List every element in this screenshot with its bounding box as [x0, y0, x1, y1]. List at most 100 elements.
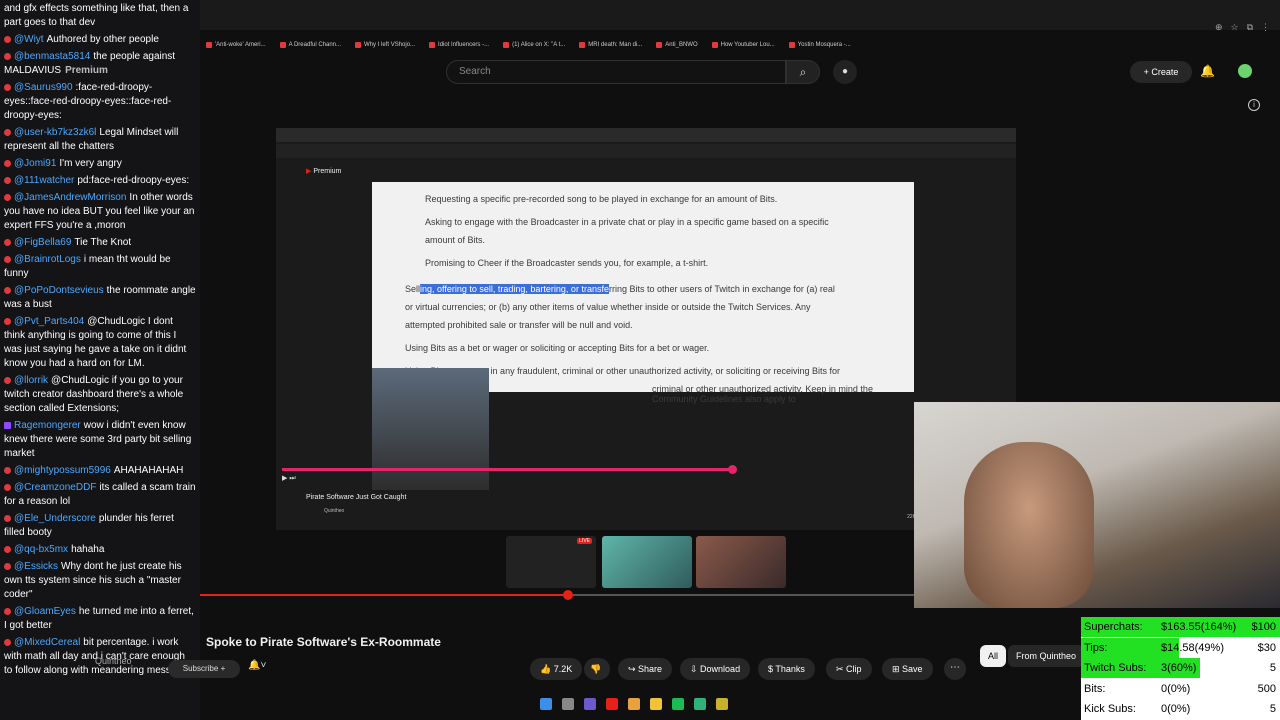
search-icon[interactable] — [562, 698, 574, 710]
youtube-icon — [4, 83, 11, 91]
bookmark-item[interactable]: A Dreadful Chann... — [279, 42, 342, 48]
notifications-bell-icon[interactable]: 🔔 — [1200, 64, 1215, 78]
notification-bell-icon[interactable]: 🔔˅ — [248, 660, 266, 671]
thumbs-up-icon: 👍 — [540, 664, 554, 674]
subscribe-button[interactable]: Subscribe + — [168, 660, 240, 678]
embedded-progress-handle[interactable] — [728, 465, 737, 474]
thumbnail[interactable] — [602, 536, 692, 588]
star-icon[interactable]: ☆ — [1230, 22, 1238, 33]
windows-start-icon[interactable] — [540, 698, 552, 710]
main-progress-bar[interactable] — [200, 594, 570, 596]
play-icon[interactable]: ▶ — [282, 475, 287, 482]
youtube-icon — [4, 562, 11, 570]
app-icon[interactable] — [716, 698, 728, 710]
info-icon[interactable]: i — [1248, 99, 1260, 111]
search-button[interactable]: ⌕ — [786, 60, 820, 84]
app-icon[interactable] — [694, 698, 706, 710]
chat-text: pd:face-red-droopy-eyes: — [77, 175, 190, 186]
channel-name[interactable]: Quintheo — [95, 656, 132, 666]
goal-row: Superchats: $163.55(164%) $100 — [1081, 617, 1280, 637]
chat-message: @mightypossum5996 AHAHAHAHAH — [4, 464, 196, 478]
save-label: Save — [902, 664, 923, 674]
avatar[interactable] — [1238, 64, 1252, 78]
doc-line: Promising to Cheer if the Broadcaster se… — [425, 258, 709, 268]
goal-label: Superchats: — [1084, 621, 1143, 633]
chat-message: @user-kb7kz3zk6l Legal Mindset will repre… — [4, 126, 196, 154]
youtube-icon — [4, 638, 11, 646]
app-icon[interactable] — [606, 698, 618, 710]
bookmark-item[interactable]: Idiot Influencers -... — [429, 42, 489, 48]
goal-value: $163.55(164%) — [1161, 621, 1237, 633]
share-button[interactable]: ↪ Share — [618, 658, 673, 680]
chrome-icon[interactable] — [628, 698, 640, 710]
zoom-icon[interactable]: ⊕ — [1215, 22, 1223, 33]
youtube-icon — [4, 193, 11, 201]
bookmark-item[interactable]: MRI death: Man di... — [579, 42, 642, 48]
download-label: Download — [700, 664, 741, 674]
chat-username: @Essicks — [14, 561, 59, 572]
goal-target: 5 — [1269, 703, 1276, 716]
chip-all[interactable]: All — [980, 645, 1007, 667]
spotify-icon[interactable] — [672, 698, 684, 710]
thumbnail[interactable] — [696, 536, 786, 588]
browser-toolbar-icons: ⊕ ☆ ⧉ ⋮ — [1215, 22, 1270, 33]
bookmark-item[interactable]: Why I left VShojo... — [355, 42, 415, 48]
chat-username: @PoPoDontsevieus — [14, 285, 104, 296]
favicon-icon — [788, 42, 795, 48]
goal-label: Tips: — [1084, 641, 1108, 654]
goal-target: $30 — [1257, 641, 1276, 654]
embedded-yt-logo-icon: ▶ — [306, 168, 312, 175]
embedded-video-title: Pirate Software Just Got Caught — [306, 494, 407, 501]
bookmark-label: Anti_BNWO — [665, 42, 698, 48]
folder-icon[interactable] — [650, 698, 662, 710]
chat-username: @CreamzoneDDF — [14, 482, 97, 493]
app-icon[interactable] — [584, 698, 596, 710]
bookmark-label: Why I left VShojo... — [364, 42, 416, 48]
clip-button[interactable]: ✂ Clip — [826, 658, 872, 680]
main-progress-handle[interactable] — [563, 590, 573, 600]
mic-button[interactable]: ● — [833, 60, 857, 84]
chip-from-channel[interactable]: From Quintheo — [1008, 645, 1085, 667]
goal-row: Tips: $14.58(49%) $30 — [1081, 637, 1280, 658]
create-label: Create — [1151, 67, 1179, 77]
extensions-icon[interactable]: ⧉ — [1247, 22, 1253, 33]
video-player[interactable]: ▶ Premium Requesting a specific pre-reco… — [276, 128, 1016, 530]
save-button[interactable]: ⊞ Save — [882, 658, 933, 680]
bookmark-icon: ⊞ — [892, 664, 903, 674]
chat-message: @qq-bx5mx hahaha — [4, 543, 196, 557]
like-button[interactable]: 👍 7.2K — [530, 658, 583, 680]
embedded-url-bar — [276, 144, 1016, 158]
chat-username: @benmasta5814 — [14, 51, 91, 62]
doc-line: amount of Bits. — [425, 235, 486, 245]
chat-message: @FigBella69 Tie The Knot — [4, 236, 196, 250]
search-input[interactable]: Search — [446, 60, 786, 84]
dislike-button[interactable]: 👎 — [584, 658, 610, 680]
chat-username: Ragemongerer — [14, 420, 81, 431]
menu-icon[interactable]: ⋮ — [1261, 22, 1270, 33]
goal-row: Twitch Subs: 3(60%) 5 — [1081, 658, 1280, 679]
chat-username: @llorrik — [14, 375, 49, 386]
embedded-facecam — [372, 368, 489, 490]
next-icon[interactable]: ⏭ — [289, 475, 295, 482]
chat-username: @Saurus990 — [14, 82, 73, 93]
more-options-icon[interactable]: ⋯ — [944, 658, 966, 680]
goal-value: 0(0%) — [1161, 682, 1191, 695]
thanks-button[interactable]: $ Thanks — [758, 658, 815, 680]
bookmark-item[interactable]: (1) Alice on X: "A t... — [503, 42, 565, 48]
download-button[interactable]: ⇩ Download — [680, 658, 751, 680]
bookmark-label: A Dreadful Chann... — [288, 42, 342, 48]
chat-message: @PoPoDontsevieus the roommate angle was a… — [4, 284, 196, 312]
embedded-progress-bar[interactable] — [282, 468, 732, 471]
chat-message: @Saurus990:face-red-droopy-eyes::face-re… — [4, 81, 196, 123]
bookmark-item[interactable]: 'Anti-woke' Ameri... — [206, 42, 266, 48]
create-button[interactable]: + Create — [1130, 61, 1192, 83]
bookmark-item[interactable]: Yostin Mosquera -... — [788, 42, 851, 48]
share-icon: ↪ — [628, 664, 639, 674]
thanks-label: Thanks — [775, 664, 805, 674]
bookmark-item[interactable]: Anti_BNWO — [656, 42, 698, 48]
chat-username: @qq-bx5mx — [14, 544, 69, 555]
bookmark-item[interactable]: How Youtuber Lou... — [711, 42, 775, 48]
thumbnail-live[interactable]: LIVE — [506, 536, 596, 588]
chat-username: @Ele_Underscore — [14, 513, 96, 524]
chat-username: @111watcher — [14, 175, 75, 186]
